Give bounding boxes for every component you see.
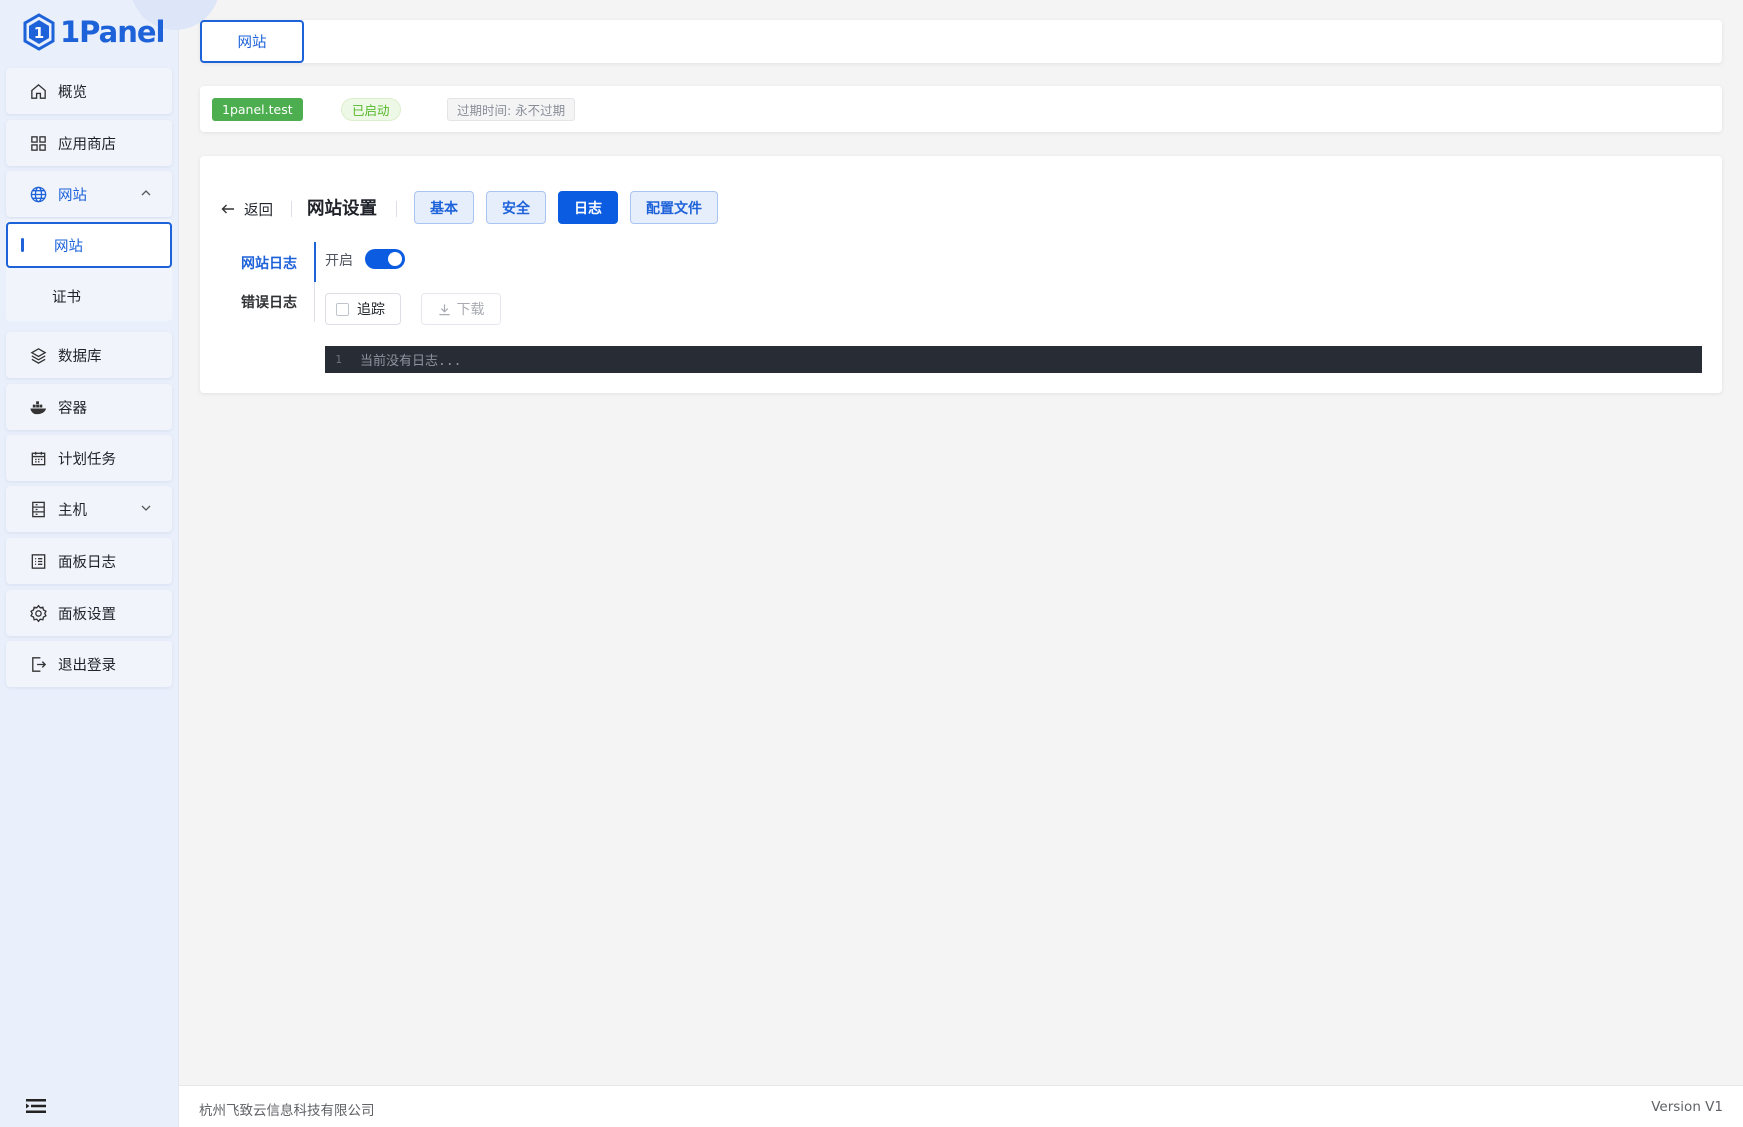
sidebar-item-app-store[interactable]: 应用商店: [6, 120, 172, 166]
layers-icon: [28, 345, 48, 365]
logo-text: 1Panel: [60, 15, 165, 49]
nav-active-indicator: [314, 242, 316, 282]
sidebar-subitem-website[interactable]: 网站: [6, 222, 172, 268]
footer: 杭州飞致云信息科技有限公司 Version V1: [179, 1085, 1743, 1127]
divider: [291, 201, 292, 217]
chevron-up-icon: [141, 190, 151, 196]
page-title: 网站设置: [307, 199, 377, 219]
arrow-left-icon: [221, 204, 234, 214]
download-label: 下载: [456, 302, 485, 318]
sidebar-item-label: 面板日志: [58, 554, 116, 571]
sidebar-item-container[interactable]: 容器: [6, 384, 172, 430]
log-icon: [28, 551, 48, 571]
sidebar-item-label: 应用商店: [58, 136, 116, 153]
back-label: 返回: [244, 202, 273, 219]
switch-knob: [388, 252, 402, 266]
sidebar-item-label: 计划任务: [58, 451, 116, 468]
version-label: Version V1: [1651, 1099, 1723, 1115]
log-editor[interactable]: 1 当前没有日志...: [325, 346, 1702, 373]
back-button[interactable]: 返回: [220, 197, 273, 221]
tab-security[interactable]: 安全: [486, 191, 546, 224]
logo[interactable]: 1 1Panel: [22, 12, 165, 52]
svg-text:1: 1: [34, 24, 44, 42]
sidebar-item-label: 网站: [58, 187, 87, 204]
sidebar-item-label: 退出登录: [58, 657, 116, 674]
download-button[interactable]: 下载: [421, 293, 501, 325]
tab-basic[interactable]: 基本: [414, 191, 474, 224]
sidebar-item-overview[interactable]: 概览: [6, 68, 172, 114]
sidebar-item-host[interactable]: 主机: [6, 486, 172, 532]
sidebar-item-database[interactable]: 数据库: [6, 332, 172, 378]
sidebar-item-cron[interactable]: 计划任务: [6, 435, 172, 481]
sidebar-item-panel-log[interactable]: 面板日志: [6, 538, 172, 584]
sidebar-item-label: 数据库: [58, 348, 102, 365]
log-type-nav: 网站日志 错误日志: [220, 242, 316, 322]
globe-icon: [28, 184, 48, 204]
app-root: 1 1Panel 概览 应用商店 网站 网站 证书 数据库 容器 计划任务 主机…: [0, 0, 1743, 1127]
domain-tag: 1panel.test: [212, 98, 303, 121]
status-badge: 已启动: [341, 98, 401, 121]
docker-icon: [28, 397, 48, 417]
chevron-down-icon: [141, 505, 151, 511]
sidebar-subitem-label: 证书: [52, 289, 81, 306]
sidebar-item-panel-settings[interactable]: 面板设置: [6, 590, 172, 636]
sidebar-item-label: 容器: [58, 400, 87, 417]
company-name: 杭州飞致云信息科技有限公司: [199, 1103, 375, 1119]
tab-log[interactable]: 日志: [558, 191, 618, 224]
download-icon: [438, 303, 450, 315]
collapse-menu-icon[interactable]: [26, 1098, 46, 1114]
logo-hexagon-icon: 1: [23, 13, 55, 51]
home-icon: [28, 81, 48, 101]
sidebar-subitem-label: 网站: [54, 238, 83, 255]
log-nav-website-log[interactable]: 网站日志: [241, 253, 297, 273]
grid-icon: [28, 133, 48, 153]
sidebar-item-label: 面板设置: [58, 606, 116, 623]
line-number: 1: [335, 353, 342, 366]
tab-bar: 网站: [200, 20, 1722, 63]
sidebar-subitem-certificate[interactable]: 证书: [6, 273, 172, 319]
log-enable-switch[interactable]: [365, 249, 405, 269]
calendar-icon: [28, 448, 48, 468]
sidebar-item-label: 概览: [58, 84, 87, 101]
log-nav-error-log[interactable]: 错误日志: [241, 292, 297, 312]
log-content: 当前没有日志...: [360, 354, 462, 369]
server-icon: [28, 499, 48, 519]
expire-tag: 过期时间: 永不过期: [447, 98, 576, 121]
logout-icon: [28, 654, 48, 674]
sidebar: 1 1Panel 概览 应用商店 网站 网站 证书 数据库 容器 计划任务 主机…: [0, 0, 220, 1127]
checkbox[interactable]: [336, 302, 349, 316]
sidebar-item-logout[interactable]: 退出登录: [6, 641, 172, 687]
sidebar-item-website[interactable]: 网站: [6, 171, 172, 217]
tab-website[interactable]: 网站: [200, 20, 304, 63]
active-indicator: [21, 238, 24, 252]
tab-config-file[interactable]: 配置文件: [630, 191, 718, 224]
track-checkbox-button[interactable]: 追踪: [325, 293, 401, 325]
website-submenu: 网站 证书: [6, 219, 172, 321]
divider: [396, 201, 397, 217]
website-info-bar: 1panel.test 已启动 过期时间: 永不过期: [200, 86, 1722, 132]
website-settings-card: 返回 网站设置 基本 安全 日志 配置文件 网站日志 错误日志 开启 追踪 下载…: [200, 156, 1722, 393]
track-label: 追踪: [357, 302, 385, 318]
switch-label: 开启: [325, 253, 353, 269]
gear-icon: [28, 603, 48, 623]
sidebar-item-label: 主机: [58, 502, 87, 519]
